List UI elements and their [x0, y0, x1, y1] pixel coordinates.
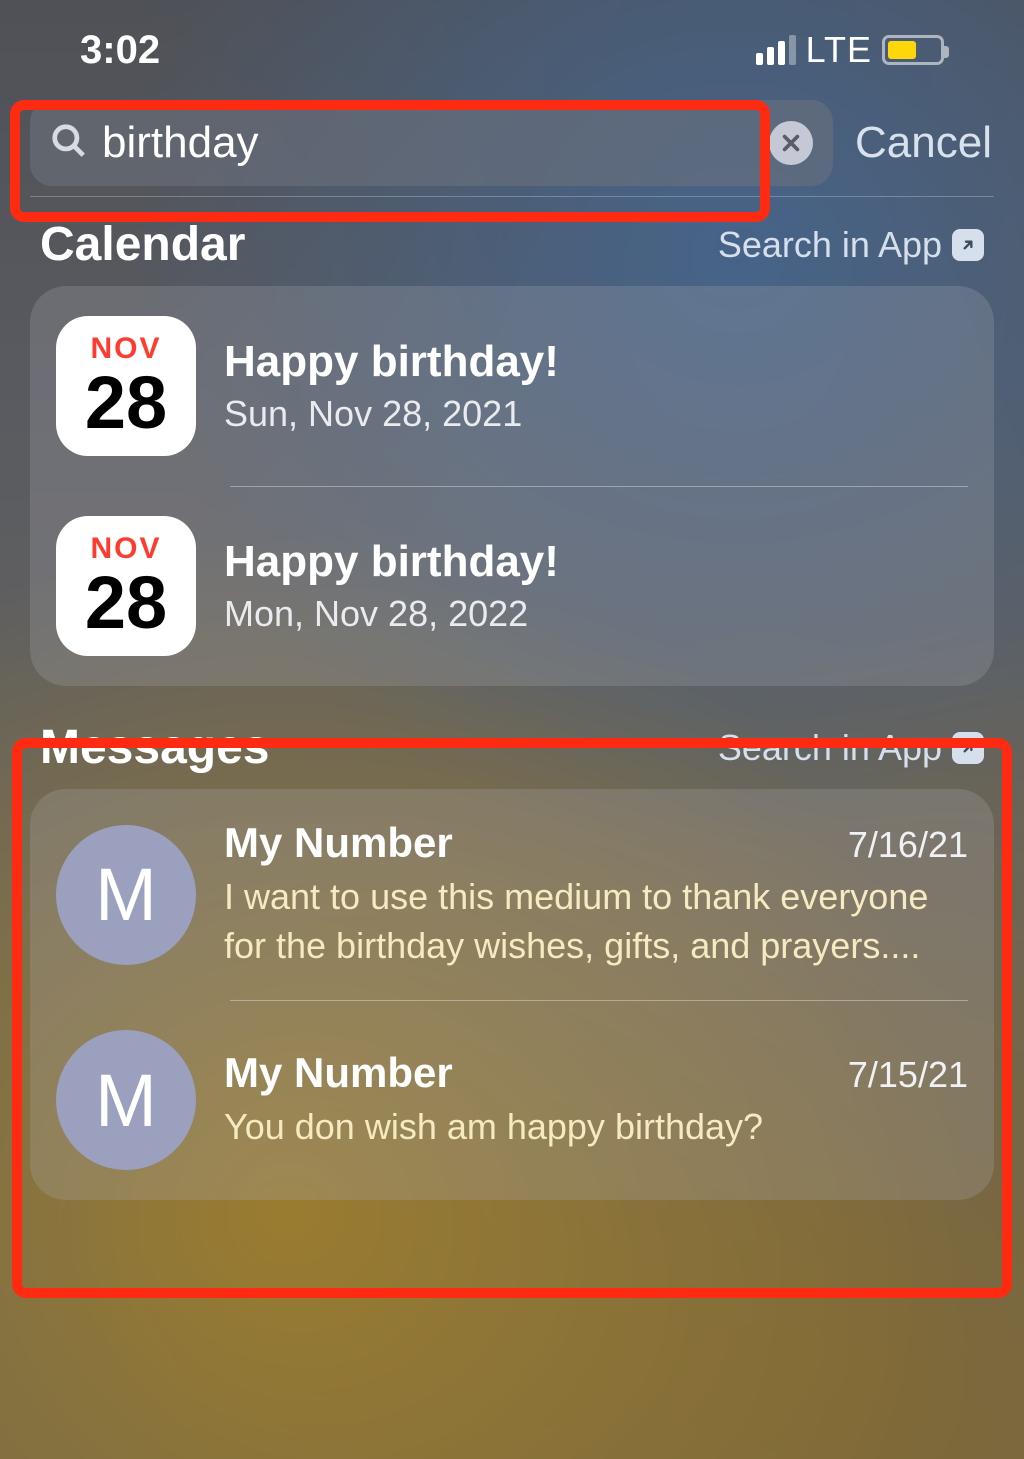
search-input[interactable]	[88, 118, 769, 168]
status-right: LTE	[756, 29, 944, 71]
result-title: Happy birthday!	[224, 537, 968, 587]
contact-name: My Number	[224, 1049, 453, 1097]
status-time: 3:02	[80, 28, 160, 73]
search-icon	[50, 122, 88, 165]
section-title-messages: Messages	[40, 720, 269, 775]
network-label: LTE	[806, 29, 872, 71]
avatar: M	[56, 1030, 196, 1170]
section-title-calendar: Calendar	[40, 217, 245, 272]
result-subtitle: Mon, Nov 28, 2022	[224, 593, 968, 635]
calendar-result-row[interactable]: NOV 28 Happy birthday! Mon, Nov 28, 2022	[30, 486, 994, 686]
avatar: M	[56, 825, 196, 965]
message-result-row[interactable]: M My Number 7/16/21 I want to use this m…	[30, 789, 994, 1000]
search-in-app-label: Search in App	[718, 727, 942, 769]
search-in-app-label: Search in App	[718, 224, 942, 266]
battery-icon	[882, 35, 944, 65]
clear-search-button[interactable]	[769, 121, 813, 165]
open-app-icon	[952, 229, 984, 261]
message-result-row[interactable]: M My Number 7/15/21 You don wish am happ…	[30, 1000, 994, 1200]
contact-name: My Number	[224, 819, 453, 867]
search-field[interactable]	[30, 100, 833, 186]
signal-icon	[756, 35, 796, 65]
calendar-date-icon: NOV 28	[56, 316, 196, 456]
status-bar: 3:02 LTE	[30, 0, 994, 100]
search-in-app-messages[interactable]: Search in App	[718, 727, 984, 769]
calendar-date-icon: NOV 28	[56, 516, 196, 656]
messages-results-card: M My Number 7/16/21 I want to use this m…	[30, 789, 994, 1200]
result-title: Happy birthday!	[224, 337, 968, 387]
message-preview: I want to use this medium to thank every…	[224, 873, 968, 970]
message-preview: You don wish am happy birthday?	[224, 1103, 968, 1152]
cancel-button[interactable]: Cancel	[855, 118, 994, 168]
open-app-icon	[952, 732, 984, 764]
search-in-app-calendar[interactable]: Search in App	[718, 224, 984, 266]
calendar-result-row[interactable]: NOV 28 Happy birthday! Sun, Nov 28, 2021	[30, 286, 994, 486]
message-date: 7/15/21	[848, 1054, 968, 1096]
message-date: 7/16/21	[848, 824, 968, 866]
result-subtitle: Sun, Nov 28, 2021	[224, 393, 968, 435]
calendar-results-card: NOV 28 Happy birthday! Sun, Nov 28, 2021…	[30, 286, 994, 686]
